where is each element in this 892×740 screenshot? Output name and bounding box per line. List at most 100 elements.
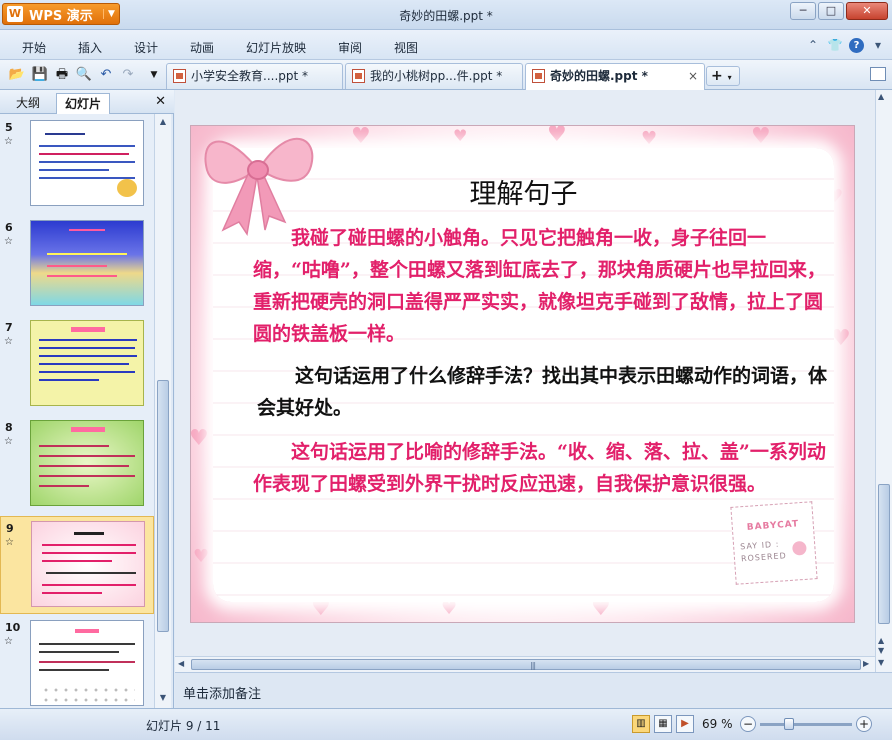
slideshow-view-icon[interactable]: ▶	[676, 715, 694, 733]
minimize-button[interactable]: ─	[790, 2, 816, 20]
close-tab-icon[interactable]: ×	[688, 64, 698, 88]
slide-preview	[31, 521, 145, 607]
slide-sorter-view-icon[interactable]: ▦	[654, 715, 672, 733]
chevron-up-icon[interactable]: ⌃	[805, 37, 821, 53]
tab-outline[interactable]: 大纲	[8, 93, 48, 114]
heart-decoration-icon: ♥	[547, 125, 567, 147]
help-icon[interactable]: ?	[849, 37, 864, 53]
scrollbar-thumb[interactable]	[878, 484, 890, 624]
slide-thumbnail-8[interactable]: 8 ☆	[0, 416, 154, 514]
ppt-file-icon	[532, 69, 545, 83]
slide-thumbnail-10[interactable]: 10 ☆	[0, 616, 154, 708]
slide-preview	[30, 120, 144, 206]
scrollbar-thumb[interactable]: |||	[191, 659, 861, 670]
scroll-up-icon[interactable]: ▲	[878, 636, 884, 645]
menu-bar: 开始 插入 设计 动画 幻灯片放映 审阅 视图 ⌃ 👕 ? ▾	[0, 30, 892, 60]
zoom-in-icon[interactable]: +	[856, 716, 872, 732]
tab-document-active[interactable]: 奇妙的田螺.ppt * ×	[525, 63, 705, 90]
animation-star-icon: ☆	[4, 336, 13, 347]
slide-preview	[30, 620, 144, 706]
maximize-button[interactable]: □	[818, 2, 844, 20]
tab-label: 我的小桃树pp...件.ppt *	[370, 69, 503, 83]
notes-pane[interactable]: 单击添加备注	[175, 672, 892, 708]
slide-paragraph-quote[interactable]: 我碰了碰田螺的小触角。只见它把触角一收，身子往回一缩，“咕噜”，整个田螺又落到缸…	[253, 222, 833, 350]
save-icon[interactable]: 💾	[31, 66, 49, 84]
tab-document-2[interactable]: 我的小桃树pp...件.ppt *	[345, 63, 523, 89]
stamp-brand: BABYCAT	[746, 519, 800, 533]
quick-access-toolbar: 📂 💾 🖶 🔍 ↶ ↷ ▼ 小学安全教育....ppt * 我的小桃树pp...…	[0, 60, 892, 90]
animation-star-icon: ☆	[4, 136, 13, 147]
slides-scrollbar[interactable]: ▲ ▼	[154, 114, 171, 708]
slide-number: 7	[5, 321, 13, 334]
tab-label: 小学安全教育....ppt *	[191, 69, 309, 83]
tab-document-1[interactable]: 小学安全教育....ppt *	[166, 63, 343, 89]
slide-title[interactable]: 理解句子	[191, 172, 854, 211]
window-controls: ─ □ ✕	[790, 2, 888, 20]
menu-view[interactable]: 视图	[394, 39, 418, 56]
scroll-up-icon[interactable]: ▲	[878, 92, 884, 101]
slide-preview	[30, 420, 144, 506]
menu-insert[interactable]: 插入	[78, 39, 102, 56]
panel-tabs: 大纲 幻灯片 ✕	[0, 90, 174, 114]
heart-decoration-icon: ♥	[193, 546, 210, 567]
zoom-slider-handle[interactable]	[784, 718, 794, 730]
slide-number: 6	[5, 221, 13, 234]
normal-view-icon[interactable]: ▥	[632, 715, 650, 733]
menu-design[interactable]: 设计	[134, 39, 158, 56]
slide-number: 8	[5, 421, 13, 434]
slide-thumbnail-5[interactable]: 5 ☆	[0, 116, 154, 214]
slide-thumbnail-7[interactable]: 7 ☆	[0, 316, 154, 414]
slide-paragraph-answer[interactable]: 这句话运用了比喻的修辞手法。“收、缩、落、拉、盖”一系列动作表现了田螺受到外界干…	[253, 436, 833, 500]
animation-star-icon: ☆	[4, 636, 13, 647]
new-tab-button[interactable]: + ▾	[706, 66, 740, 86]
slide-number: 5	[5, 121, 13, 134]
scroll-right-icon[interactable]: ▶	[863, 659, 869, 668]
menu-review[interactable]: 审阅	[338, 39, 362, 56]
slide-preview	[30, 320, 144, 406]
heart-decoration-icon: ♥	[751, 125, 771, 149]
close-panel-icon[interactable]: ✕	[155, 94, 166, 109]
menu-animation[interactable]: 动画	[190, 39, 214, 56]
scroll-down-icon[interactable]: ▼	[878, 646, 884, 655]
heart-icon	[791, 540, 807, 556]
zoom-level[interactable]: 69 %	[702, 717, 733, 731]
next-slide-icon[interactable]: ▼	[878, 658, 884, 667]
menu-home[interactable]: 开始	[22, 39, 46, 56]
customize-toolbar-icon[interactable]: ▼	[145, 66, 163, 84]
menu-slideshow[interactable]: 幻灯片放映	[246, 39, 306, 56]
status-bar: 幻灯片 9 / 11 ▥ ▦ ▶ 69 % − +	[0, 708, 892, 740]
open-folder-icon[interactable]: 📂	[8, 66, 26, 84]
editor-horizontal-scrollbar[interactable]: ◀ ||| ▶	[175, 656, 875, 672]
tab-slides[interactable]: 幻灯片	[56, 93, 111, 114]
zoom-slider-track[interactable]	[760, 723, 852, 726]
dropdown-arrow-icon[interactable]: ▾	[870, 37, 886, 53]
slide-thumbnail-9[interactable]: 9 ☆	[0, 516, 154, 614]
shirt-icon[interactable]: 👕	[827, 37, 843, 53]
print-preview-icon[interactable]: 🔍	[75, 66, 93, 84]
notes-placeholder[interactable]: 单击添加备注	[183, 683, 261, 702]
tab-label: 奇妙的田螺.ppt *	[550, 69, 648, 83]
slide-editor: ♥ ♥ ♥ ♥ ♥ ♥ ♥ ♥ ♥ ♥ ♥ ♥ BABYCAT SAY ID :…	[175, 90, 892, 708]
title-bar: W WPS 演示 ▼ 奇妙的田螺.ppt * ─ □ ✕	[0, 0, 892, 30]
slide-canvas[interactable]: ♥ ♥ ♥ ♥ ♥ ♥ ♥ ♥ ♥ ♥ ♥ ♥ BABYCAT SAY ID :…	[190, 125, 855, 623]
close-window-button[interactable]: ✕	[846, 2, 888, 20]
animation-star-icon: ☆	[4, 436, 13, 447]
animation-star-icon: ☆	[4, 236, 13, 247]
zoom-out-icon[interactable]: −	[740, 716, 756, 732]
slides-panel: 大纲 幻灯片 ✕ 5 ☆ 6 ☆ 7 ☆ 8 ☆ 9 ☆ 10 ☆ ▲ ▼	[0, 90, 174, 708]
undo-icon[interactable]: ↶	[97, 66, 115, 84]
scrollbar-thumb[interactable]	[157, 380, 169, 632]
slide-preview	[30, 220, 144, 306]
menu-right-tools: ⌃ 👕 ? ▾	[805, 37, 886, 53]
slide-paragraph-question[interactable]: 这句话运用了什么修辞手法？找出其中表示田螺动作的词语，体会其好处。	[257, 360, 837, 424]
scroll-up-icon[interactable]: ▲	[157, 116, 169, 128]
scroll-left-icon[interactable]: ◀	[178, 659, 184, 668]
editor-vertical-scrollbar[interactable]: ▲ ▲ ▼ ▼	[875, 90, 892, 672]
heart-decoration-icon: ♥	[351, 125, 371, 149]
redo-icon[interactable]: ↷	[119, 66, 137, 84]
panel-toggle-icon[interactable]	[870, 67, 886, 81]
print-icon[interactable]: 🖶	[53, 66, 71, 84]
slide-number: 10	[5, 621, 21, 634]
slide-thumbnail-6[interactable]: 6 ☆	[0, 216, 154, 314]
scroll-down-icon[interactable]: ▼	[157, 692, 169, 704]
